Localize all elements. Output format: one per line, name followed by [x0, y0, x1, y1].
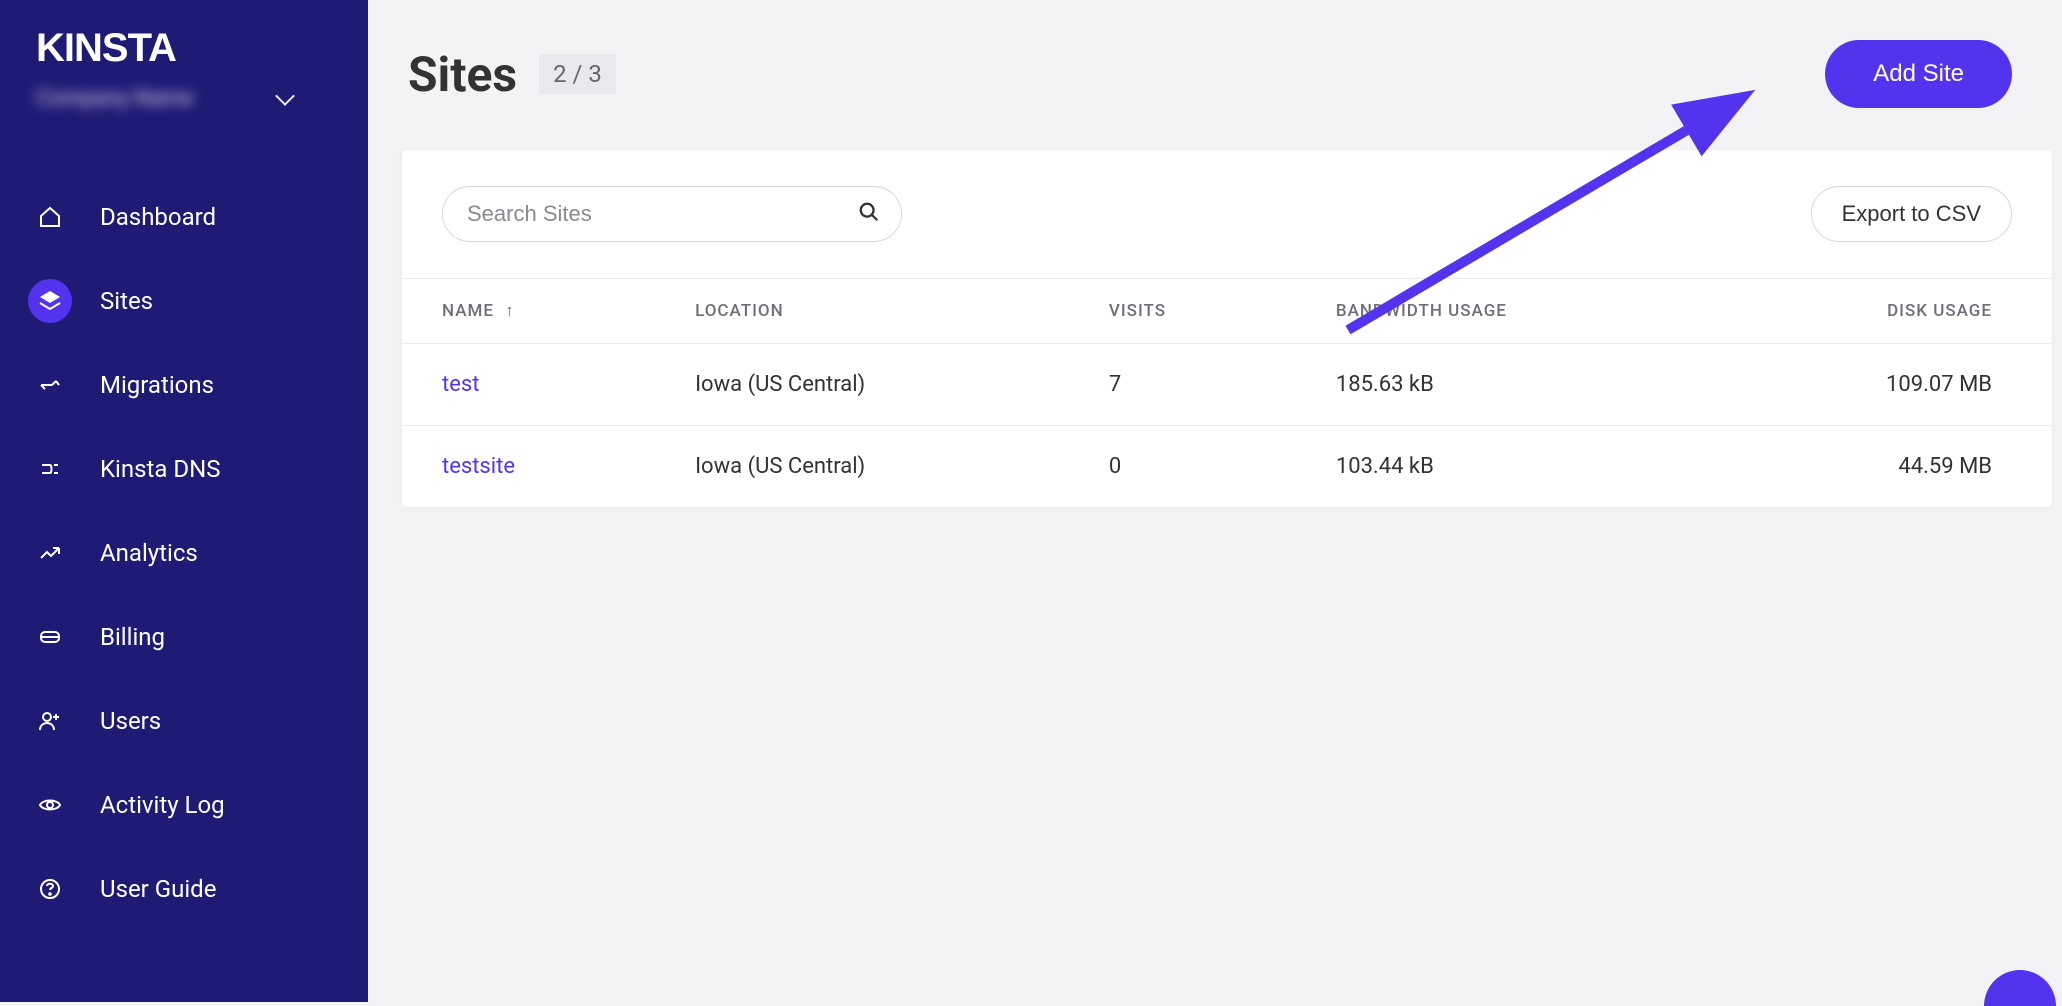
logo: KInSTa [36, 28, 332, 68]
users-icon [28, 699, 72, 743]
cell-location: Iowa (US Central) [655, 344, 1069, 426]
dns-icon [28, 447, 72, 491]
sidebar-item-sites[interactable]: Sites [0, 267, 368, 335]
company-name: Company Name [36, 86, 193, 111]
eye-icon [28, 783, 72, 827]
sidebar-item-label: Dashboard [100, 203, 216, 231]
sidebar-item-label: User Guide [100, 875, 216, 903]
billing-icon [28, 615, 72, 659]
sidebar-item-dns[interactable]: Kinsta DNS [0, 435, 368, 503]
search-icon [858, 201, 880, 227]
cell-bandwidth: 185.63 kB [1296, 344, 1711, 426]
sidebar-item-guide[interactable]: User Guide [0, 855, 368, 923]
table-row[interactable]: testsite Iowa (US Central) 0 103.44 kB 4… [402, 426, 2052, 508]
sidebar-item-label: Users [100, 707, 161, 735]
cell-bandwidth: 103.44 kB [1296, 426, 1711, 508]
layers-icon [28, 279, 72, 323]
sidebar-item-activity[interactable]: Activity Log [0, 771, 368, 839]
col-location[interactable]: LOCATION [655, 279, 1069, 344]
cell-visits: 7 [1069, 344, 1296, 426]
sidebar-item-label: Billing [100, 623, 165, 651]
sort-asc-icon: ↑ [505, 301, 515, 321]
export-csv-button[interactable]: Export to CSV [1811, 186, 2012, 242]
col-name-label: NAME [442, 301, 494, 321]
fab-corner[interactable] [1984, 970, 2056, 1006]
sidebar-item-label: Analytics [100, 539, 198, 567]
add-site-button[interactable]: Add Site [1825, 40, 2012, 108]
sidebar-item-migrations[interactable]: Migrations [0, 351, 368, 419]
col-bandwidth[interactable]: BANDWIDTH USAGE [1296, 279, 1711, 344]
sidebar-item-users[interactable]: Users [0, 687, 368, 755]
site-count-badge: 2 / 3 [539, 54, 616, 94]
home-icon [28, 195, 72, 239]
sidebar: KInSTa Company Name Dashboard Sites Migr… [0, 0, 368, 1002]
cell-disk: 109.07 MB [1711, 344, 2052, 426]
analytics-icon [28, 531, 72, 575]
brand-block: KInSTa Company Name [0, 28, 368, 123]
sites-table: NAME ↑ LOCATION VISITS BANDWIDTH USAGE D… [402, 278, 2052, 507]
cell-visits: 0 [1069, 426, 1296, 508]
sidebar-item-label: Migrations [100, 371, 214, 399]
primary-nav: Dashboard Sites Migrations Kinsta DNS An [0, 183, 368, 923]
search-input[interactable] [442, 186, 902, 242]
sidebar-item-analytics[interactable]: Analytics [0, 519, 368, 587]
sidebar-item-label: Activity Log [100, 791, 225, 819]
help-icon [28, 867, 72, 911]
sidebar-item-label: Sites [100, 287, 153, 315]
chevron-down-icon [275, 86, 295, 106]
company-selector[interactable]: Company Name [36, 86, 332, 111]
page-title: Sites [408, 46, 517, 103]
card-toolbar: Export to CSV [402, 150, 2052, 278]
col-name[interactable]: NAME ↑ [402, 279, 655, 344]
col-visits[interactable]: VISITS [1069, 279, 1296, 344]
migration-icon [28, 363, 72, 407]
search-wrap [442, 186, 902, 242]
cell-disk: 44.59 MB [1711, 426, 2052, 508]
cell-location: Iowa (US Central) [655, 426, 1069, 508]
sidebar-item-label: Kinsta DNS [100, 455, 221, 483]
sidebar-item-dashboard[interactable]: Dashboard [0, 183, 368, 251]
site-link[interactable]: test [442, 372, 479, 397]
site-link[interactable]: testsite [442, 454, 515, 479]
table-row[interactable]: test Iowa (US Central) 7 185.63 kB 109.0… [402, 344, 2052, 426]
sites-card: Export to CSV NAME ↑ LOCATION VISITS BAN… [402, 150, 2052, 507]
page-header: Sites 2 / 3 Add Site [368, 40, 2062, 108]
main-content: Sites 2 / 3 Add Site Export to CSV NAME … [368, 0, 2062, 1002]
table-header-row: NAME ↑ LOCATION VISITS BANDWIDTH USAGE D… [402, 279, 2052, 344]
sidebar-item-billing[interactable]: Billing [0, 603, 368, 671]
col-disk[interactable]: DISK USAGE [1711, 279, 2052, 344]
